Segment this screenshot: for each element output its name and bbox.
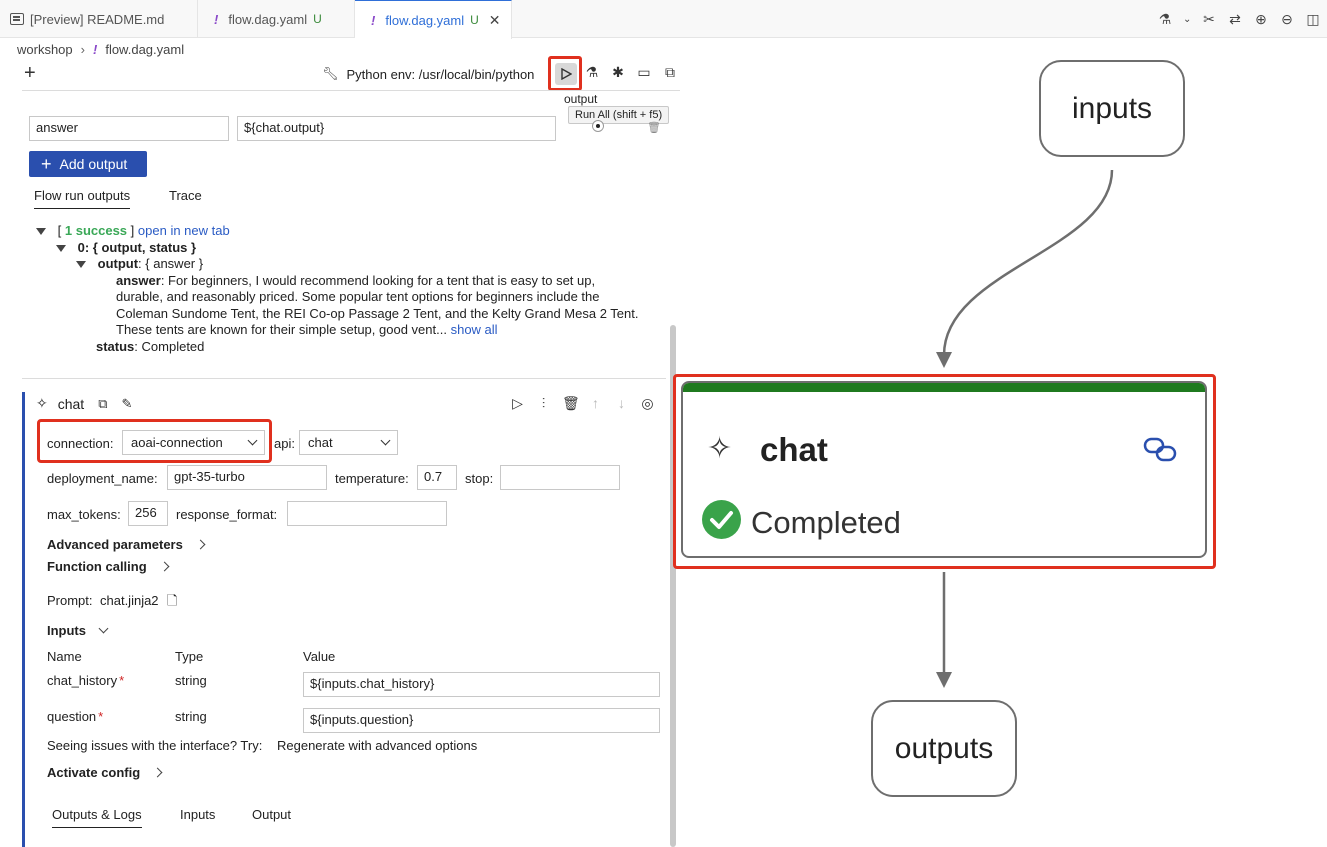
graph-node-label: outputs — [894, 731, 994, 765]
arrowhead — [936, 672, 952, 688]
graph-node-outputs[interactable]: outputs — [871, 700, 1017, 797]
arrowhead — [936, 352, 952, 368]
graph-node-label: inputs — [1071, 91, 1153, 125]
chat-node-highlight — [673, 374, 1216, 569]
edge-inputs-to-chat — [942, 169, 1114, 356]
graph-node-inputs[interactable]: inputs — [1039, 60, 1185, 157]
